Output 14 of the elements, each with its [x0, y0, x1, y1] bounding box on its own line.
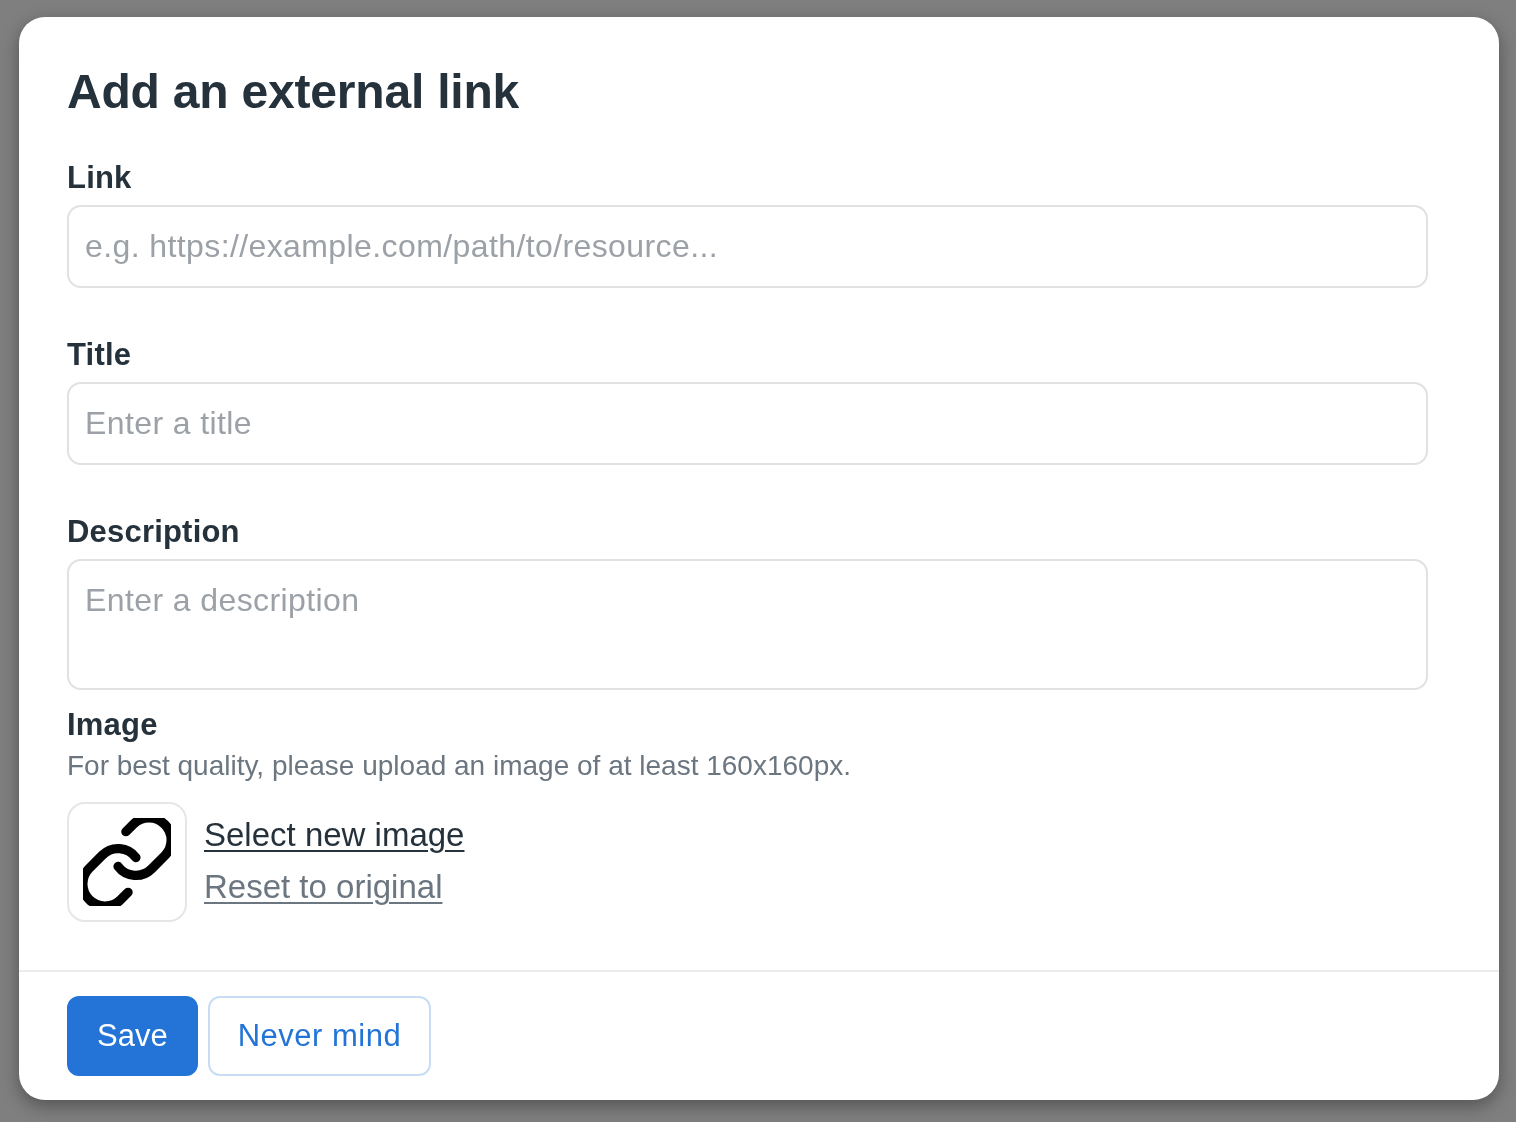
text-input-field[interactable]: Enter a title	[67, 382, 1428, 465]
reset-image-link[interactable]: Reset to original	[204, 867, 443, 907]
cancel-button[interactable]: Never mind	[207, 996, 432, 1076]
image-hint-text: For best quality, please upload an image of at least 160x160px.	[67, 750, 852, 782]
text-area-field[interactable]: Enter a description	[67, 559, 1428, 690]
text-input-field[interactable]: e.g. https://example.com/path/to/resource...	[67, 205, 1428, 288]
chain-link-icon	[83, 818, 171, 906]
section-label: Image	[67, 708, 159, 742]
dialog-title: Add an external link	[67, 65, 521, 118]
field-label: Description	[67, 515, 241, 549]
save-button[interactable]: Save	[67, 996, 198, 1076]
field-label: Link	[67, 161, 133, 195]
select-image-link[interactable]: Select new image	[204, 815, 465, 855]
field-label: Title	[67, 338, 133, 372]
